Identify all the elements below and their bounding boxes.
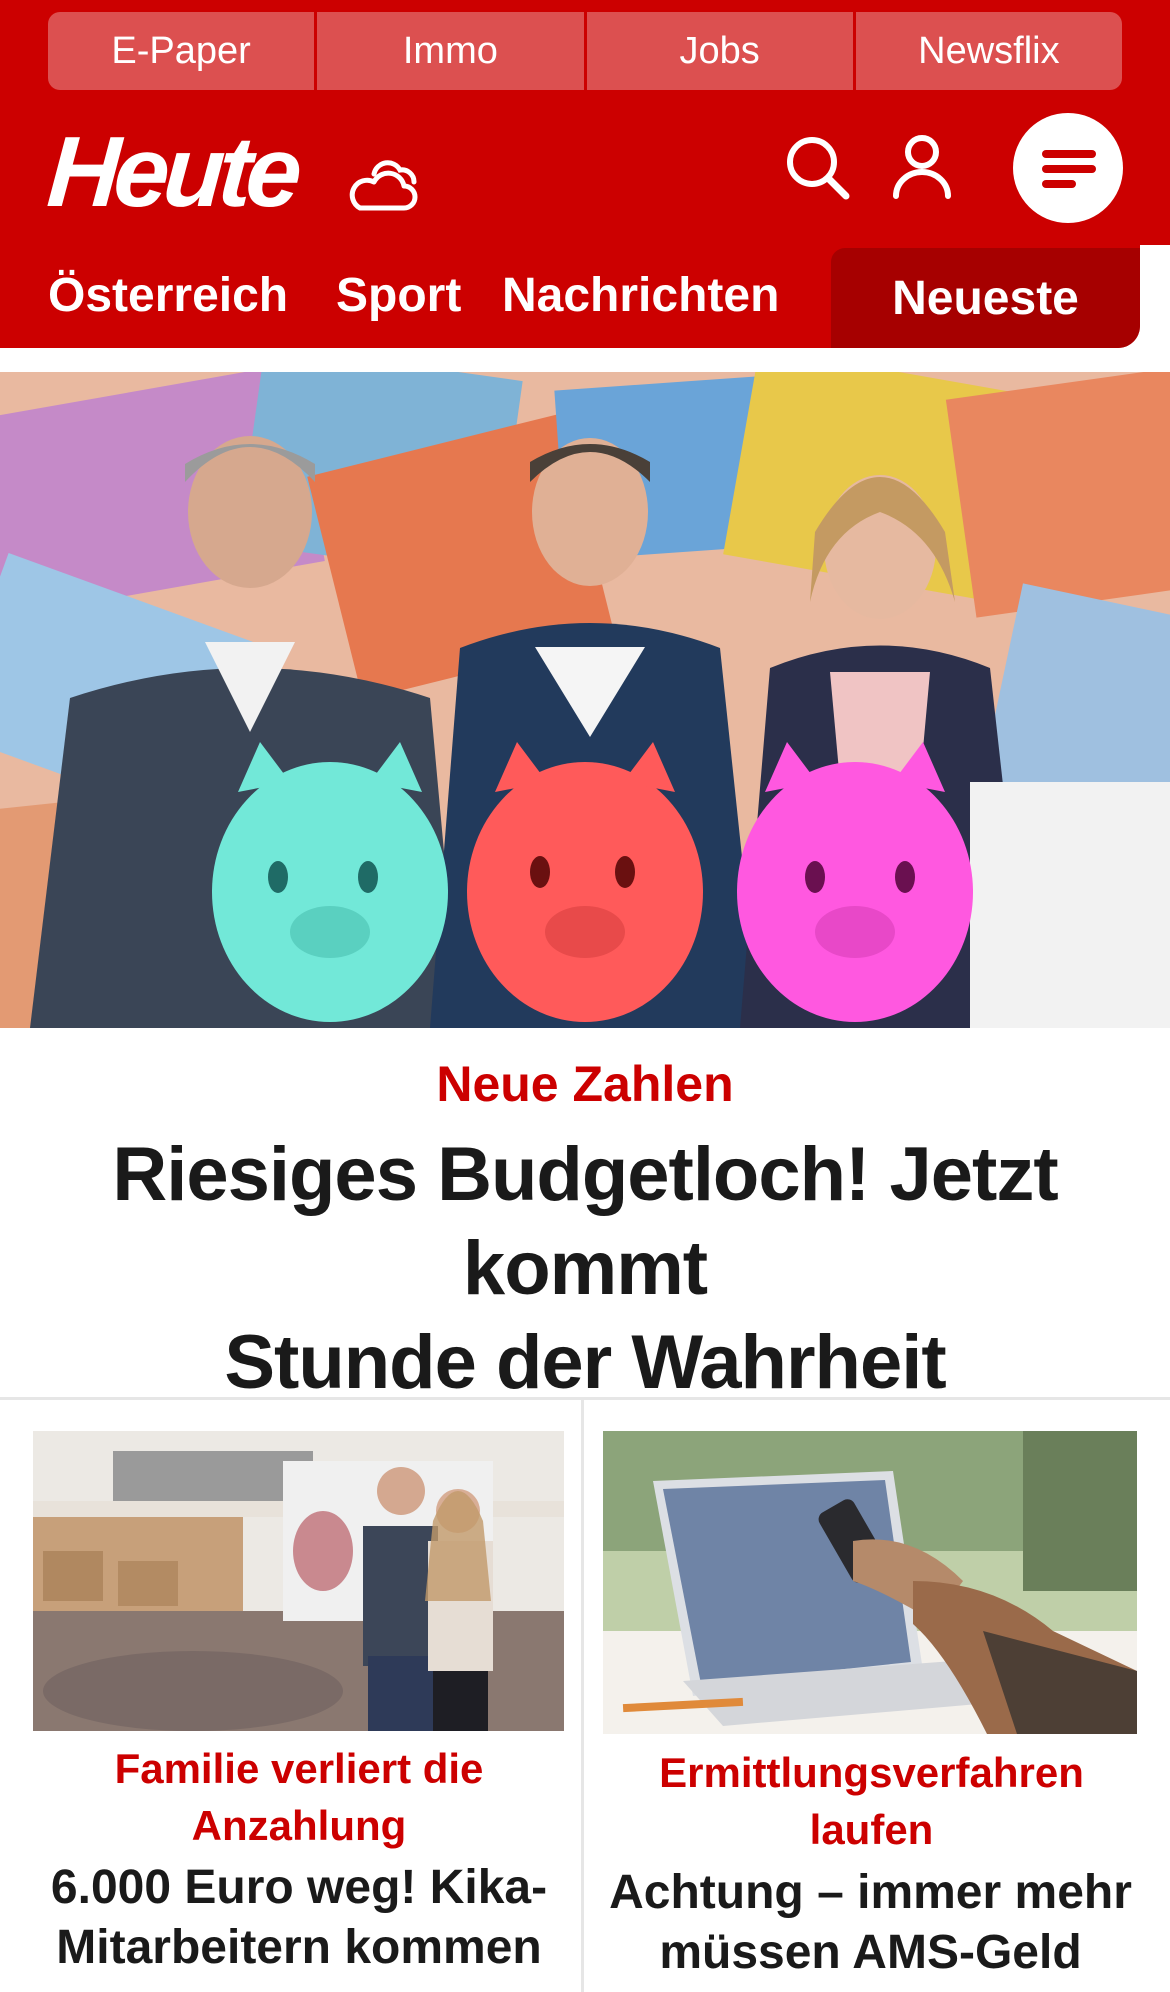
- teaser-title-line: 6.000 Euro weg! Kika-: [50, 1861, 548, 1914]
- teaser-title-line: müssen AMS-Geld: [659, 1926, 1082, 1979]
- section-link-oesterreich[interactable]: Österreich: [48, 266, 288, 326]
- section-link-sport[interactable]: Sport: [336, 266, 461, 326]
- teaser-kicker-line: Anzahlung: [191, 1802, 407, 1849]
- lead-headline-line: Riesiges Budgetloch! Jetzt kommt: [112, 1132, 1058, 1311]
- teaser-kicker-ams[interactable]: Ermittlungsverfahren laufen: [606, 1744, 1137, 1858]
- teaser-kicker-line: Ermittlungsverfahren: [659, 1749, 1084, 1796]
- menu-icon-bar: [1042, 150, 1096, 158]
- teaser-title-kika[interactable]: 6.000 Euro weg! Kika- Mitarbeitern komme…: [30, 1858, 568, 1978]
- teaser-kicker-kika[interactable]: Familie verliert die Anzahlung: [40, 1740, 558, 1854]
- user-icon[interactable]: [886, 130, 958, 202]
- service-link-newsflix[interactable]: Newsflix: [855, 12, 1122, 90]
- divider: [0, 1397, 1170, 1400]
- lead-story-image[interactable]: [0, 372, 1170, 1028]
- service-link-jobs[interactable]: Jobs: [586, 12, 853, 90]
- lead-story-kicker[interactable]: Neue Zahlen: [0, 1050, 1170, 1118]
- teaser-title-ams[interactable]: Achtung – immer mehr müssen AMS-Geld: [600, 1863, 1141, 1983]
- service-link-immo[interactable]: Immo: [317, 12, 584, 90]
- service-links: E-Paper Immo Jobs Newsflix: [48, 12, 1122, 90]
- menu-button[interactable]: [1013, 113, 1123, 223]
- section-link-neueste[interactable]: Neueste: [831, 248, 1140, 348]
- site-header: E-Paper Immo Jobs Newsflix Heute Österre…: [0, 0, 1170, 348]
- teaser-image-ams[interactable]: [603, 1431, 1137, 1734]
- search-icon[interactable]: [782, 132, 854, 204]
- menu-icon-bar: [1042, 180, 1076, 188]
- divider: [581, 1400, 584, 1992]
- teaser-image-kika[interactable]: [33, 1431, 564, 1731]
- service-link-epaper[interactable]: E-Paper: [48, 12, 315, 90]
- teaser-title-line: Achtung – immer mehr: [609, 1866, 1132, 1919]
- section-link-nachrichten[interactable]: Nachrichten: [502, 266, 779, 326]
- lead-story-headline[interactable]: Riesiges Budgetloch! Jetzt kommt Stunde …: [0, 1128, 1170, 1410]
- teaser-kicker-line: laufen: [809, 1806, 934, 1853]
- lead-headline-line: Stunde der Wahrheit: [224, 1320, 946, 1405]
- weather-cloud-icon[interactable]: [344, 148, 422, 214]
- menu-icon-bar: [1042, 165, 1096, 173]
- teaser-title-line: Mitarbeitern kommen: [56, 1921, 542, 1974]
- teaser-kicker-line: Familie verliert die: [114, 1745, 484, 1792]
- site-logo[interactable]: Heute: [44, 116, 300, 228]
